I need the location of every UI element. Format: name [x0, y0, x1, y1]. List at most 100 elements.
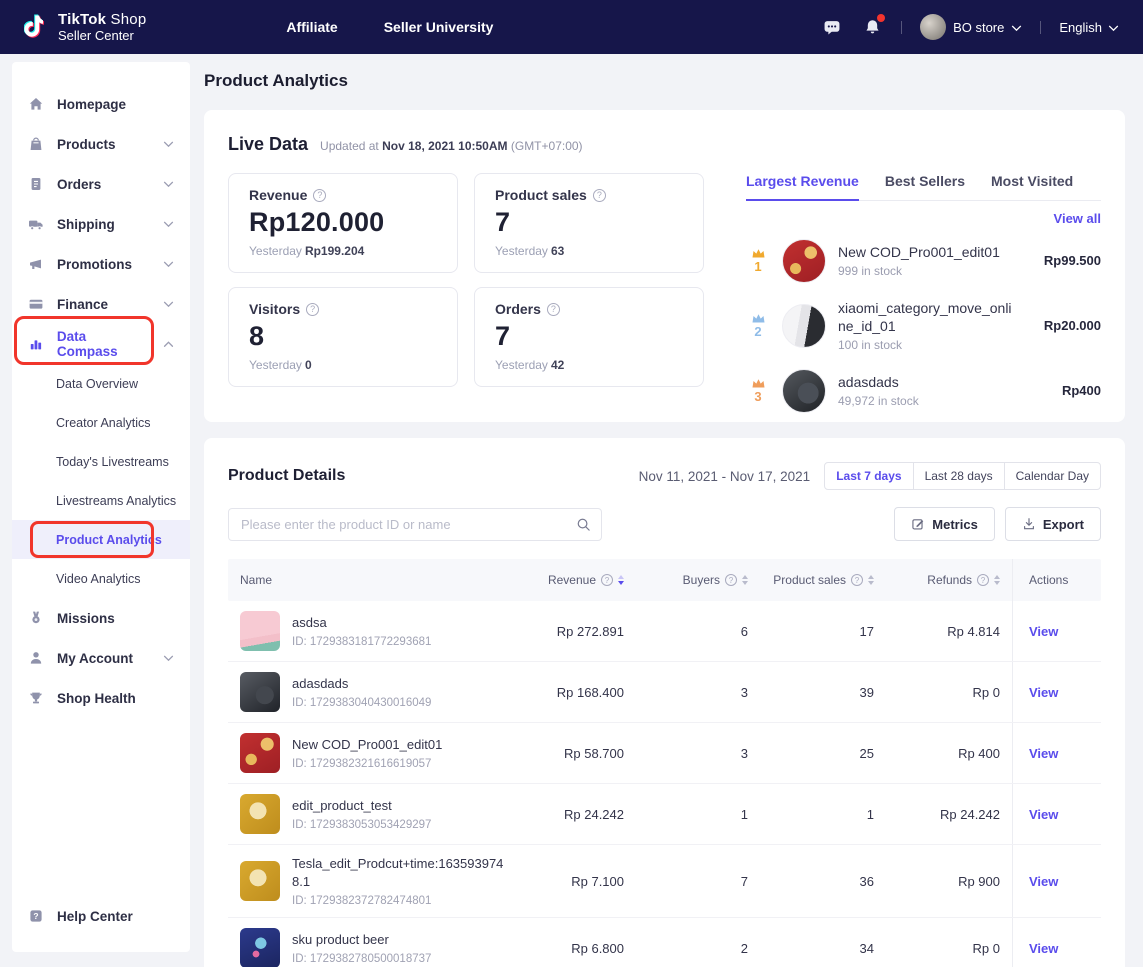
logo-brand: TikTok	[58, 11, 106, 28]
sidebar-subitem-video-analytics[interactable]: Video Analytics	[12, 559, 190, 598]
column-revenue[interactable]: Revenue	[536, 573, 636, 587]
tab-most-visited[interactable]: Most Visited	[991, 173, 1073, 201]
metrics-icon	[911, 517, 925, 531]
sidebar-subitem-livestreams-analytics[interactable]: Livestreams Analytics	[12, 481, 190, 520]
sidebar-item-promotions[interactable]: Promotions	[12, 244, 190, 284]
table-row: adasdadsID: 1729383040430016049 Rp 168.4…	[228, 661, 1101, 722]
ranked-product-3[interactable]: 3 adasdads 49,972 in stock Rp400	[746, 358, 1101, 423]
question-circle-icon[interactable]	[725, 574, 737, 586]
question-circle-icon[interactable]	[851, 574, 863, 586]
range-calendar-day[interactable]: Calendar Day	[1004, 462, 1101, 490]
question-circle-icon[interactable]	[313, 189, 326, 202]
language-selector[interactable]: English	[1059, 20, 1119, 35]
product-sales-value: 7	[495, 207, 683, 238]
data-compass-icon	[28, 336, 44, 352]
view-link[interactable]: View	[1029, 807, 1058, 822]
sort-control[interactable]	[742, 575, 748, 585]
nav-link-affiliate[interactable]: Affiliate	[286, 19, 337, 35]
sort-control[interactable]	[868, 575, 874, 585]
top-nav: TikTok Shop Seller Center Affiliate Sell…	[0, 0, 1143, 54]
range-last-28-days[interactable]: Last 28 days	[913, 462, 1005, 490]
sidebar-item-my-account[interactable]: My Account	[12, 638, 190, 678]
sidebar-item-missions[interactable]: Missions	[12, 598, 190, 638]
sidebar-subitem-product-analytics[interactable]: Product Analytics	[12, 520, 190, 559]
main-content: Product Analytics Live Data Updated at N…	[204, 62, 1125, 967]
ranked-product-name: adasdads	[838, 373, 1016, 391]
view-all-link[interactable]: View all	[746, 211, 1101, 226]
question-circle-icon[interactable]	[593, 189, 606, 202]
sidebar-item-finance[interactable]: Finance	[12, 284, 190, 324]
table-body: asdsaID: 1729383181772293681 Rp 272.891 …	[228, 601, 1101, 967]
updated-timezone: (GMT+07:00)	[511, 139, 583, 153]
ranked-product-stock: 999 in stock	[838, 264, 1032, 278]
orders-value: 7	[495, 321, 683, 352]
bell-icon[interactable]	[861, 17, 883, 37]
column-product-sales[interactable]: Product sales	[760, 573, 886, 587]
column-refunds[interactable]: Refunds	[886, 573, 1012, 587]
visitors-value: 8	[249, 321, 437, 352]
chat-icon[interactable]	[821, 17, 843, 37]
ranked-product-stock: 49,972 in stock	[838, 394, 1050, 408]
promotions-icon	[28, 256, 44, 272]
column-buyers[interactable]: Buyers	[636, 573, 760, 587]
logo-brand-suffix: Shop	[106, 11, 146, 28]
live-stats-grid: Revenue Rp120.000 YesterdayRp199.204 Pro…	[228, 173, 704, 423]
ranking-tabs: Largest Revenue Best Sellers Most Visite…	[746, 173, 1101, 201]
sidebar-subitem-creator-analytics[interactable]: Creator Analytics	[12, 403, 190, 442]
tab-largest-revenue[interactable]: Largest Revenue	[746, 173, 859, 201]
product-image	[240, 611, 280, 651]
stat-card-orders: Orders 7 Yesterday42	[474, 287, 704, 387]
divider	[1040, 21, 1041, 34]
language-label: English	[1059, 20, 1102, 35]
product-search	[228, 508, 602, 541]
sidebar-subitem-data-overview[interactable]: Data Overview	[12, 364, 190, 403]
crown-icon	[751, 313, 766, 324]
view-link[interactable]: View	[1029, 746, 1058, 761]
tiktok-shop-logo[interactable]: TikTok Shop Seller Center	[24, 11, 146, 43]
ranking-panel: Largest Revenue Best Sellers Most Visite…	[746, 173, 1101, 423]
export-button[interactable]: Export	[1005, 507, 1101, 541]
shop-health-icon	[28, 690, 44, 706]
view-link[interactable]: View	[1029, 941, 1058, 956]
live-data-updated: Updated at Nov 18, 2021 10:50AM (GMT+07:…	[320, 139, 583, 153]
store-switcher[interactable]: BO store	[920, 14, 1022, 40]
range-last-7-days[interactable]: Last 7 days	[824, 462, 913, 490]
question-circle-icon[interactable]	[306, 303, 319, 316]
export-icon	[1022, 517, 1036, 531]
data-compass-submenu: Data Overview Creator Analytics Today's …	[12, 364, 190, 598]
sidebar-item-data-compass[interactable]: Data Compass	[12, 324, 190, 364]
question-circle-icon[interactable]	[601, 574, 613, 586]
sidebar-item-homepage[interactable]: Homepage	[12, 84, 190, 124]
sidebar-item-help-center[interactable]: ? Help Center	[12, 908, 190, 924]
tab-best-sellers[interactable]: Best Sellers	[885, 173, 965, 201]
sort-control[interactable]	[618, 575, 624, 585]
help-icon: ?	[28, 908, 44, 924]
question-circle-icon[interactable]	[547, 303, 560, 316]
sort-control[interactable]	[994, 575, 1000, 585]
stat-card-visitors: Visitors 8 Yesterday0	[228, 287, 458, 387]
ranked-product-2[interactable]: 2 xiaomi_category_move_online_id_01 100 …	[746, 293, 1101, 358]
stat-card-product-sales: Product sales 7 Yesterday63	[474, 173, 704, 273]
search-input[interactable]	[241, 517, 576, 532]
ranked-product-1[interactable]: 1 New COD_Pro001_edit01 999 in stock Rp9…	[746, 228, 1101, 293]
view-link[interactable]: View	[1029, 685, 1058, 700]
sidebar-item-shop-health[interactable]: Shop Health	[12, 678, 190, 718]
revenue-value: Rp120.000	[249, 207, 437, 238]
ranked-product-name: New COD_Pro001_edit01	[838, 243, 1016, 261]
sidebar-item-products[interactable]: Products	[12, 124, 190, 164]
home-icon	[28, 96, 44, 112]
sidebar-item-shipping[interactable]: Shipping	[12, 204, 190, 244]
product-image	[240, 733, 280, 773]
question-circle-icon[interactable]	[977, 574, 989, 586]
search-icon[interactable]	[576, 517, 591, 532]
chevron-down-icon	[163, 261, 174, 268]
sidebar-item-orders[interactable]: Orders	[12, 164, 190, 204]
view-link[interactable]: View	[1029, 624, 1058, 639]
view-link[interactable]: View	[1029, 874, 1058, 889]
metrics-button[interactable]: Metrics	[894, 507, 995, 541]
store-name: BO store	[953, 20, 1004, 35]
nav-link-seller-university[interactable]: Seller University	[384, 19, 494, 35]
sidebar-subitem-todays-livestreams[interactable]: Today's Livestreams	[12, 442, 190, 481]
missions-icon	[28, 610, 44, 626]
chevron-down-icon	[163, 141, 174, 148]
